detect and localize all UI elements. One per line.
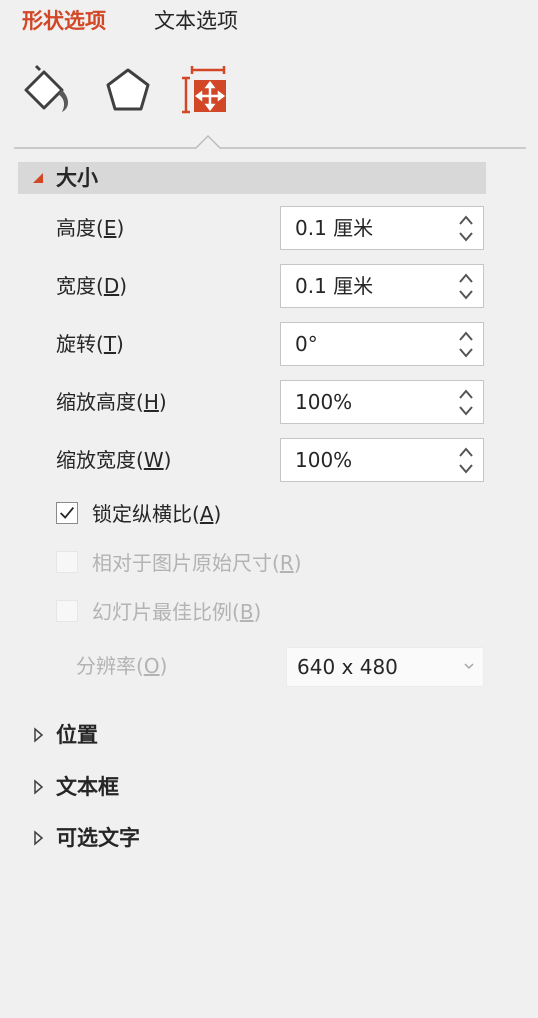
width-label: 宽度(D) (56, 274, 128, 298)
size-properties-icon (182, 66, 226, 114)
collapsed-triangle-icon (34, 779, 44, 795)
height-spinner[interactable]: 0.1 厘米 (280, 206, 484, 250)
height-label: 高度(E) (56, 216, 125, 240)
section-size-title: 大小 (56, 166, 98, 190)
scale-width-label: 缩放宽度(W) (56, 448, 172, 472)
rotation-spinner[interactable]: 0° (280, 322, 484, 366)
best-slide-scale-label: 幻灯片最佳比例(B) (92, 600, 262, 624)
section-position-title: 位置 (56, 723, 98, 747)
chevron-down-icon (464, 663, 474, 670)
checkmark-icon (59, 506, 75, 519)
spin-up-icon[interactable] (457, 329, 475, 343)
collapsed-triangle-icon (34, 727, 44, 743)
scale-width-value[interactable]: 100% (295, 439, 352, 481)
rotation-label: 旋转(T) (56, 332, 124, 356)
expanded-triangle-icon (33, 173, 43, 183)
relative-original-size-label: 相对于图片原始尺寸(R) (92, 551, 302, 575)
section-text-box-header[interactable]: 文本框 (18, 771, 486, 803)
effects-button[interactable] (100, 64, 156, 120)
lock-aspect-ratio-label: 锁定纵横比(A) (92, 502, 222, 526)
tab-text-options[interactable]: 文本选项 (154, 6, 238, 36)
size-properties-button[interactable] (180, 64, 236, 120)
spin-down-icon[interactable] (457, 462, 475, 476)
tab-pointer-divider (14, 134, 526, 149)
resolution-value: 640 x 480 (297, 655, 398, 679)
lock-aspect-ratio-checkbox[interactable] (56, 502, 78, 524)
resolution-label: 分辨率(O) (76, 654, 168, 678)
section-text-box-title: 文本框 (56, 775, 119, 799)
spin-down-icon[interactable] (457, 404, 475, 418)
resolution-dropdown: 640 x 480 (286, 647, 484, 687)
spin-up-icon[interactable] (457, 445, 475, 459)
scale-width-spinner[interactable]: 100% (280, 438, 484, 482)
collapsed-triangle-icon (34, 830, 44, 846)
scale-height-label: 缩放高度(H) (56, 390, 167, 414)
spin-down-icon[interactable] (457, 230, 475, 244)
section-position-header[interactable]: 位置 (18, 719, 486, 751)
rotation-value[interactable]: 0° (295, 323, 318, 365)
spin-down-icon[interactable] (457, 288, 475, 302)
relative-original-size-checkbox (56, 551, 78, 573)
section-alt-text-title: 可选文字 (56, 826, 140, 850)
section-size-header[interactable]: 大小 (18, 162, 486, 194)
tab-shape-options[interactable]: 形状选项 (22, 6, 106, 36)
height-value[interactable]: 0.1 厘米 (295, 207, 373, 249)
pentagon-icon (106, 68, 150, 111)
width-spinner[interactable]: 0.1 厘米 (280, 264, 484, 308)
spin-up-icon[interactable] (457, 213, 475, 227)
section-alt-text-header[interactable]: 可选文字 (18, 822, 486, 854)
fill-line-button[interactable] (18, 64, 74, 120)
best-slide-scale-checkbox (56, 600, 78, 622)
scale-height-value[interactable]: 100% (295, 381, 352, 423)
spin-up-icon[interactable] (457, 271, 475, 285)
width-value[interactable]: 0.1 厘米 (295, 265, 373, 307)
spin-down-icon[interactable] (457, 346, 475, 360)
scale-height-spinner[interactable]: 100% (280, 380, 484, 424)
spin-up-icon[interactable] (457, 387, 475, 401)
paint-bucket-icon (24, 64, 68, 112)
options-tabs: 形状选项 文本选项 (0, 0, 538, 44)
